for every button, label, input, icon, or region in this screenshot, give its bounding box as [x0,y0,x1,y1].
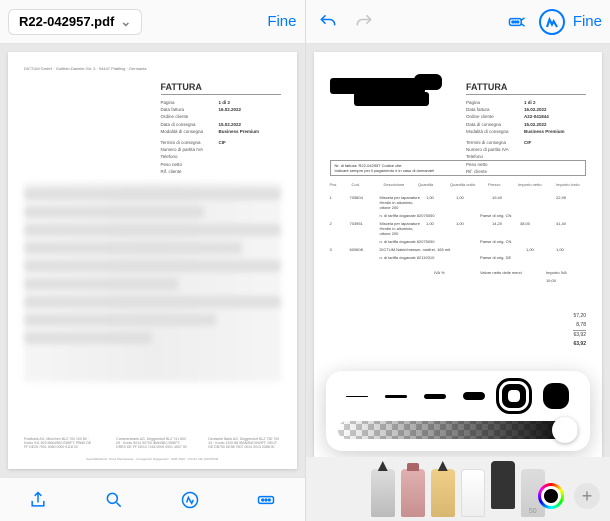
pen-tool[interactable] [371,469,395,517]
stroke-width-2[interactable] [385,395,407,398]
table-row: 19,00 [330,278,587,283]
done-button[interactable]: Fine [267,13,296,30]
table-row: 2703951Miscela per lapanature Herdin in … [330,221,587,236]
markup-pane: Fine FATTURA Pagina1 di 2 Data fattura16… [306,0,610,521]
stroke-width-3[interactable] [424,394,446,399]
bottom-toolbar [0,477,305,521]
stroke-width-row [338,383,579,409]
share-icon[interactable] [24,486,52,514]
markup-document-area: FATTURA Pagina1 di 2 Data fattura16.02.2… [306,44,610,521]
eraser-tool[interactable] [461,469,485,517]
viewer-pane: R22-042957.pdf ⌄ Fine DICTUM GmbH · Gott… [0,0,306,521]
reference-box: Nr. di fattura: R22-042957 Codice clie: … [330,160,587,176]
undo-icon[interactable] [314,8,342,36]
stroke-width-5-selected[interactable] [502,384,526,408]
document-area: DICTUM GmbH · Gottlieb-Daimler-Str. 3 · … [0,44,305,477]
table-row: n. di tariffa doganale 82075050Paese di … [330,213,587,218]
stroke-width-1[interactable] [346,396,368,397]
chevron-down-icon: ⌄ [120,14,131,30]
filename: R22-042957.pdf [19,14,114,29]
table-row: 1705804Miscela per lapanature Herdin in … [330,195,587,210]
table-row: IVA %Valore netto delle merciImporto IVA [330,270,587,275]
autoshape-icon[interactable] [539,9,565,35]
invoice-title: FATTURA [161,82,281,95]
highlighter-tool[interactable] [401,469,425,517]
blurred-content [24,182,281,382]
redo-icon [350,8,378,36]
page-footer: Postbank AG, München BLZ 700 100 80 · Ko… [24,437,281,449]
tools-tray: 50 + [306,457,610,521]
pencil-tool[interactable] [431,469,455,517]
redaction-stroke [414,74,442,90]
sender-line: DICTUM GmbH · Gottlieb-Daimler-Str. 3 · … [24,66,281,71]
opacity-slider[interactable] [338,421,579,439]
table-header: Pos Cod. Descrizione Quantità Quantità o… [330,182,587,187]
table-row: 3600608DICTUM Nakiri/messer, rostfrei, 1… [330,247,587,252]
ruler-value: 50 [529,508,537,515]
invoice-block: FATTURA Pagina1 di 2 Data fattura16.02.2… [161,82,281,175]
marker-tool-selected[interactable] [491,461,515,509]
table-row: n. di tariffa doganale 82075050Paese di … [330,239,587,244]
more-icon[interactable] [252,486,280,514]
pdf-page[interactable]: DICTUM GmbH · Gottlieb-Daimler-Str. 3 · … [8,52,297,469]
opacity-thumb[interactable] [552,417,578,443]
done-button[interactable]: Fine [573,13,602,30]
file-chip[interactable]: R22-042957.pdf ⌄ [8,9,142,35]
stroke-width-6[interactable] [543,383,569,409]
color-picker-icon[interactable] [538,483,564,509]
add-tool-icon[interactable]: + [574,483,600,509]
opacity-slider-row [338,421,579,439]
markup-icon[interactable] [176,486,204,514]
invoice-title: FATTURA [466,82,586,95]
stroke-options-panel [326,371,591,451]
annotate-icon[interactable] [503,8,531,36]
viewer-toolbar: R22-042957.pdf ⌄ Fine [0,0,305,44]
table-row: n. di tariffa doganale 82119310Paese di … [330,255,587,260]
markup-toolbar: Fine [306,0,610,44]
stroke-width-4[interactable] [463,392,485,400]
footer-line: Geschäftsführer: Petra Steinbeisser · Am… [8,457,297,461]
table-body: 1705804Miscela per lapanature Herdin in … [330,192,587,286]
grand-totals: 57,20 8,78 63,92 63,92 [573,312,586,349]
search-icon[interactable] [100,486,128,514]
redaction-stroke [354,92,429,106]
